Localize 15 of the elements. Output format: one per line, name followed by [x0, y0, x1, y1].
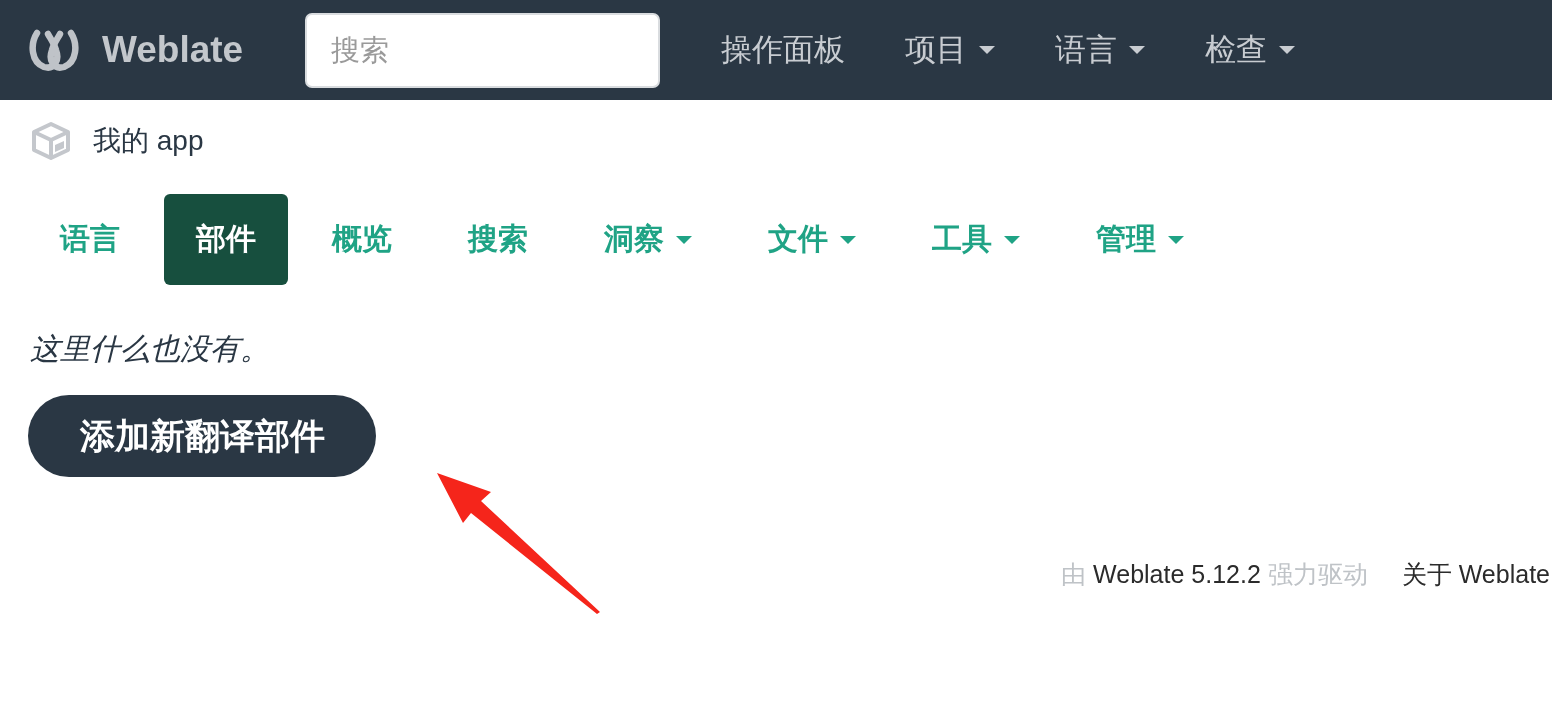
nav-link[interactable]: 项目: [875, 29, 1026, 71]
project-breadcrumb[interactable]: 我的 app: [93, 122, 204, 160]
powered-by-text: 由 Weblate 5.12.2 强力驱动: [1061, 559, 1368, 589]
nav-link[interactable]: 语言: [1025, 29, 1176, 71]
tab[interactable]: 部件: [164, 194, 288, 285]
logo-icon[interactable]: [28, 28, 80, 72]
box-icon: [30, 121, 72, 161]
search-field[interactable]: 搜索: [305, 12, 661, 88]
about-link[interactable]: 关于 Weblate: [1401, 559, 1550, 589]
nav-link[interactable]: 操作面板: [691, 29, 876, 71]
add-component-button[interactable]: 添加新翻译部件: [28, 395, 376, 477]
empty-message: 这里什么也没有。: [30, 331, 270, 367]
brand-link[interactable]: Weblate: [102, 29, 244, 71]
version-link[interactable]: Weblate 5.12.2: [1093, 560, 1261, 588]
nav-link[interactable]: 检查: [1175, 29, 1326, 71]
